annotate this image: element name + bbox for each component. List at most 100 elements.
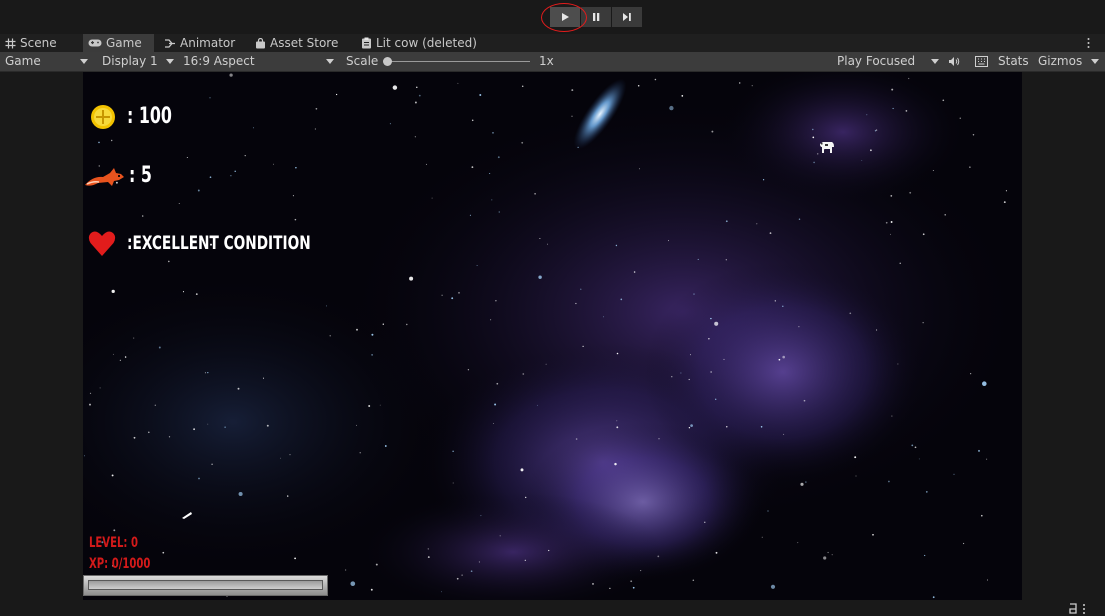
star xyxy=(89,392,92,395)
star xyxy=(368,405,371,407)
star xyxy=(545,363,547,365)
tab-scene[interactable]: Scene xyxy=(5,34,57,52)
star xyxy=(350,581,356,587)
star xyxy=(986,458,988,460)
star xyxy=(83,455,86,457)
star xyxy=(797,542,799,544)
star xyxy=(182,291,185,293)
stats-label: Stats xyxy=(998,54,1029,68)
star xyxy=(908,77,910,80)
star xyxy=(452,450,454,452)
star xyxy=(891,415,893,417)
star xyxy=(133,337,135,339)
star xyxy=(890,233,891,235)
star xyxy=(914,446,917,449)
star xyxy=(211,463,213,465)
star xyxy=(885,221,888,224)
star xyxy=(356,328,358,331)
gamepad-icon xyxy=(88,39,102,47)
star xyxy=(855,475,857,477)
star xyxy=(197,189,200,192)
star xyxy=(692,579,695,581)
star xyxy=(693,293,695,295)
tab-game[interactable]: Game xyxy=(83,34,154,52)
star xyxy=(111,474,114,477)
star xyxy=(207,423,209,425)
star xyxy=(492,132,494,134)
scale-slider-handle[interactable] xyxy=(383,57,392,66)
tab-lit-cow[interactable]: Lit cow (deleted) xyxy=(361,34,477,52)
star xyxy=(209,176,212,179)
star xyxy=(467,369,470,371)
tab-asset-store-label: Asset Store xyxy=(270,36,339,50)
annotation-circle xyxy=(541,3,587,32)
view-select-label: Game xyxy=(5,54,41,68)
star xyxy=(657,555,660,558)
star xyxy=(812,128,814,131)
game-canvas[interactable]: : 100 : 5 :EXCELLENT CONDITION LEVEL: 0 … xyxy=(83,72,1022,600)
star xyxy=(224,426,226,428)
star xyxy=(668,240,669,242)
star xyxy=(204,372,206,374)
tab-menu-kebab[interactable] xyxy=(1087,37,1090,49)
view-select[interactable]: Game xyxy=(5,52,41,71)
scale-slider-track[interactable] xyxy=(384,61,530,62)
star xyxy=(638,168,640,170)
star xyxy=(963,542,965,545)
star xyxy=(782,305,784,308)
star xyxy=(942,99,945,102)
aspect-select[interactable]: 16:9 Aspect xyxy=(183,52,255,71)
star xyxy=(911,444,914,447)
star xyxy=(470,570,473,573)
tab-asset-store[interactable]: Asset Store xyxy=(255,34,338,52)
gizmos-button[interactable]: Gizmos xyxy=(1038,52,1082,71)
star xyxy=(767,510,769,512)
star xyxy=(154,404,156,406)
star xyxy=(209,97,211,99)
star xyxy=(918,458,920,460)
step-button[interactable] xyxy=(612,7,642,27)
tab-animator[interactable]: Animator xyxy=(164,34,235,52)
star xyxy=(237,387,240,390)
star xyxy=(680,372,682,374)
star xyxy=(725,259,727,261)
xp-bar-track xyxy=(88,580,323,590)
star xyxy=(476,265,478,266)
stats-button[interactable]: Stats xyxy=(998,52,1029,71)
mute-audio-button[interactable] xyxy=(948,56,960,70)
display-select[interactable]: Display 1 xyxy=(102,52,158,71)
star xyxy=(536,404,538,406)
star xyxy=(866,114,868,116)
star xyxy=(294,557,296,560)
xp-bar-frame xyxy=(83,575,328,596)
account-icon[interactable] xyxy=(1067,602,1101,615)
star xyxy=(406,323,408,326)
star xyxy=(335,93,338,96)
clipboard-icon xyxy=(362,37,371,49)
star xyxy=(431,197,433,199)
star xyxy=(329,335,331,337)
tab-lit-cow-label: Lit cow (deleted) xyxy=(376,36,477,50)
display-select-label: Display 1 xyxy=(102,54,158,68)
star xyxy=(704,521,706,523)
grid-icon xyxy=(5,38,16,48)
star xyxy=(654,78,657,81)
kebab-menu-icon xyxy=(1087,38,1090,48)
star xyxy=(620,298,623,301)
star xyxy=(982,381,987,386)
render-stats-toggle[interactable] xyxy=(975,56,988,70)
play-mode-select[interactable]: Play Focused xyxy=(837,52,915,71)
shopping-bag-icon xyxy=(256,37,265,48)
star xyxy=(522,373,525,375)
star xyxy=(272,163,274,165)
star xyxy=(469,214,471,216)
star xyxy=(198,477,200,480)
star xyxy=(345,569,347,571)
star xyxy=(708,338,710,340)
star xyxy=(1005,190,1007,192)
star xyxy=(922,233,925,236)
game-view-toolbar: Game Display 1 16:9 Aspect Scale 1x Play… xyxy=(0,52,1105,72)
star xyxy=(547,243,548,245)
star xyxy=(451,297,454,300)
pause-icon xyxy=(593,13,600,21)
